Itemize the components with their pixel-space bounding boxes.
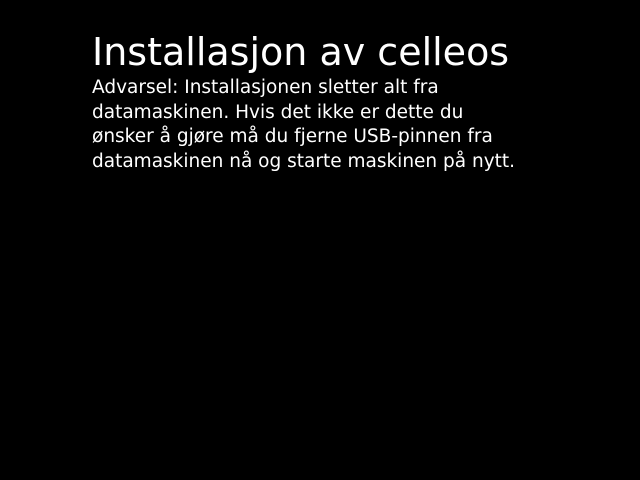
page-title: Installasjon av celleos xyxy=(92,30,510,74)
installer-screen: Installasjon av celleos Advarsel: Instal… xyxy=(0,0,640,480)
warning-message: Advarsel: Installasjonen sletter alt fra… xyxy=(92,76,612,174)
warning-line-1: Advarsel: Installasjonen sletter alt fra xyxy=(92,77,439,98)
warning-line-3: ønsker å gjøre må du fjerne USB-pinnen f… xyxy=(92,126,493,147)
installer-content: Installasjon av celleos Advarsel: Instal… xyxy=(92,30,612,174)
warning-line-4: datamaskinen nå og starte maskinen på ny… xyxy=(92,150,516,172)
warning-line-2: datamaskinen. Hvis det ikke er dette du xyxy=(92,101,464,123)
